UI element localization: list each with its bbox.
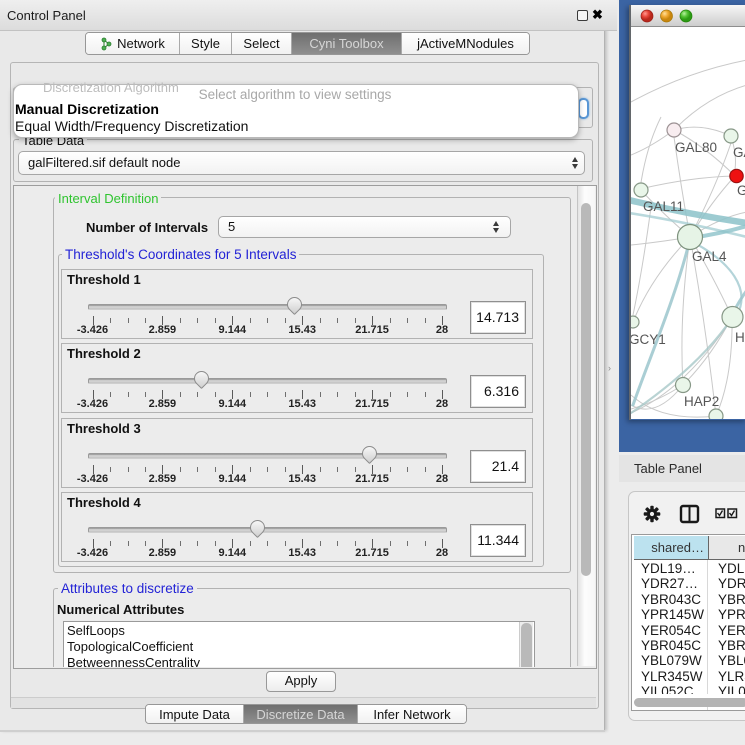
svg-text:HAP2: HAP2 [684,394,719,409]
svg-text:HI: HI [735,330,745,345]
svg-text:GAL2: GAL2 [733,145,745,160]
svg-text:GAL80: GAL80 [675,140,717,155]
svg-text:GCY1: GCY1 [631,332,666,347]
svg-text:G: G [737,183,745,198]
svg-text:GAL11: GAL11 [643,199,684,214]
svg-text:GAL4: GAL4 [692,249,727,264]
